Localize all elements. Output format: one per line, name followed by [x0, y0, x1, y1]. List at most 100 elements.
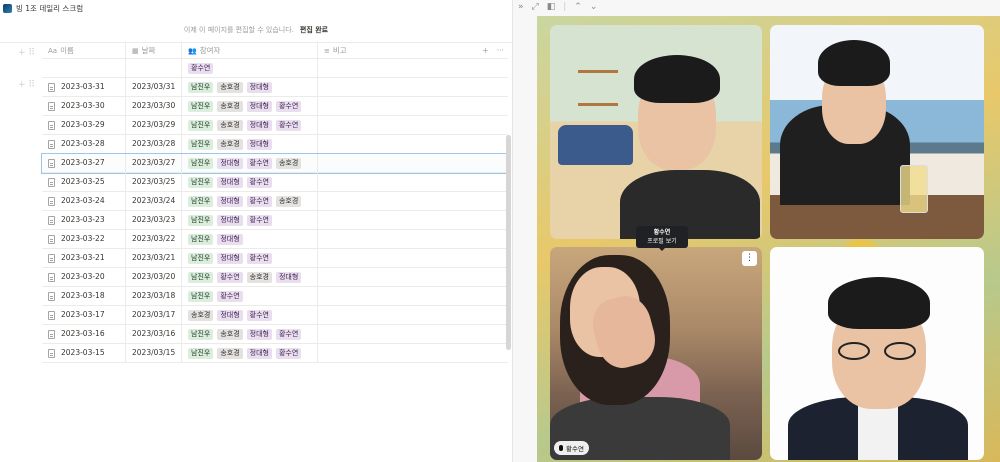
cell-date[interactable]: 2023/03/17 [126, 306, 182, 324]
table-row[interactable]: 2023-03-22 2023/03/22 남진우 정대형 [42, 230, 508, 249]
cell-name[interactable]: 2023-03-22 [42, 230, 126, 248]
cell-date[interactable] [126, 59, 182, 77]
table-row[interactable]: 2023-03-20 2023/03/20 남진우 황수연 송호경 정대형 [42, 268, 508, 287]
more-horizontal-icon[interactable]: ··· [497, 46, 504, 55]
row-title[interactable]: 2023-03-30 [61, 101, 105, 110]
cell-note[interactable] [318, 268, 478, 286]
add-row-icon[interactable]: + ⠿ [18, 48, 35, 58]
cell-note[interactable] [318, 287, 478, 305]
cell-date[interactable]: 2023/03/21 [126, 249, 182, 267]
cell-note[interactable] [318, 154, 478, 172]
row-title[interactable]: 2023-03-23 [61, 215, 105, 224]
cell-note[interactable] [318, 306, 478, 324]
row-title[interactable]: 2023-03-20 [61, 272, 105, 281]
table-row[interactable]: 2023-03-16 2023/03/16 남진우 송호경 정대형 황수연 [42, 325, 508, 344]
cell-attendees[interactable]: 남진우 송호경 정대형 황수연 [182, 116, 318, 134]
cell-attendees[interactable]: 황수연 [182, 59, 318, 77]
row-title[interactable]: 2023-03-27 [61, 158, 105, 167]
cell-attendees[interactable]: 남진우 송호경 정대형 황수연 [182, 325, 318, 343]
table-row[interactable]: 2023-03-28 2023/03/28 남진우 송호경 정대형 [42, 135, 508, 154]
cell-date[interactable]: 2023/03/20 [126, 268, 182, 286]
add-column-icon[interactable]: + [482, 46, 488, 55]
row-title[interactable]: 2023-03-15 [61, 348, 105, 357]
cell-note[interactable] [318, 325, 478, 343]
table-row[interactable]: 2023-03-31 2023/03/31 남진우 송호경 정대형 [42, 78, 508, 97]
edit-done-button[interactable]: 편집 완료 [300, 25, 328, 35]
cell-name[interactable]: 2023-03-16 [42, 325, 126, 343]
cell-name[interactable]: 2023-03-17 [42, 306, 126, 324]
cell-name[interactable] [42, 59, 126, 77]
cell-name[interactable]: 2023-03-25 [42, 173, 126, 191]
cell-name[interactable]: 2023-03-23 [42, 211, 126, 229]
cell-attendees[interactable]: 남진우 송호경 정대형 [182, 135, 318, 153]
cell-date[interactable]: 2023/03/25 [126, 173, 182, 191]
column-header-note[interactable]: ≡ 비고 [318, 43, 478, 58]
table-row[interactable]: 2023-03-23 2023/03/23 남진우 정대형 황수연 [42, 211, 508, 230]
column-header-date[interactable]: ▦ 날짜 [126, 43, 182, 58]
expand-icon[interactable]: ⤢ [532, 2, 539, 12]
column-header-name[interactable]: Aa 이름 [42, 43, 126, 58]
cell-date[interactable]: 2023/03/23 [126, 211, 182, 229]
cell-note[interactable] [318, 192, 478, 210]
sidebar-icon[interactable]: ◧ [547, 2, 556, 12]
cell-note[interactable] [318, 344, 478, 362]
cell-name[interactable]: 2023-03-24 [42, 192, 126, 210]
cell-attendees[interactable]: 송호경 정대형 황수연 [182, 306, 318, 324]
tooltip-action[interactable]: 프로필 보기 [636, 237, 688, 246]
cell-date[interactable]: 2023/03/18 [126, 287, 182, 305]
add-row-icon[interactable]: + ⠿ [18, 80, 35, 90]
cell-name[interactable]: 2023-03-15 [42, 344, 126, 362]
cell-note[interactable] [318, 116, 478, 134]
table-row[interactable]: 2023-03-18 2023/03/18 남진우 황수연 [42, 287, 508, 306]
cell-name[interactable]: 2023-03-18 [42, 287, 126, 305]
cell-date[interactable]: 2023/03/27 [126, 154, 182, 172]
chevron-up-icon[interactable]: ⌃ [574, 2, 582, 12]
cell-name[interactable]: 2023-03-27 [42, 154, 126, 172]
table-row[interactable]: 2023-03-30 2023/03/30 남진우 송호경 정대형 황수연 [42, 97, 508, 116]
table-row[interactable]: 황수연 [42, 59, 508, 78]
cell-date[interactable]: 2023/03/16 [126, 325, 182, 343]
cell-attendees[interactable]: 남진우 황수연 [182, 287, 318, 305]
cell-attendees[interactable]: 남진우 정대형 황수연 송호경 [182, 192, 318, 210]
table-row[interactable]: 2023-03-24 2023/03/24 남진우 정대형 황수연 송호경 [42, 192, 508, 211]
cell-note[interactable] [318, 211, 478, 229]
cell-attendees[interactable]: 남진우 정대형 황수연 송호경 [182, 154, 318, 172]
cell-note[interactable] [318, 97, 478, 115]
cell-name[interactable]: 2023-03-28 [42, 135, 126, 153]
scrollbar[interactable] [506, 135, 511, 350]
table-row[interactable]: 2023-03-17 2023/03/17 송호경 정대형 황수연 [42, 306, 508, 325]
cell-attendees[interactable]: 남진우 정대형 [182, 230, 318, 248]
cell-date[interactable]: 2023/03/30 [126, 97, 182, 115]
video-tile-1[interactable] [550, 25, 762, 239]
row-title[interactable]: 2023-03-22 [61, 234, 105, 243]
cell-note[interactable] [318, 59, 478, 77]
row-title[interactable]: 2023-03-18 [61, 291, 105, 300]
cell-attendees[interactable]: 남진우 정대형 황수연 [182, 173, 318, 191]
cell-date[interactable]: 2023/03/28 [126, 135, 182, 153]
column-header-attendees[interactable]: 👥 참여자 [182, 43, 318, 58]
video-tile-3[interactable] [550, 247, 762, 460]
cell-note[interactable] [318, 78, 478, 96]
cell-name[interactable]: 2023-03-30 [42, 97, 126, 115]
table-row[interactable]: 2023-03-15 2023/03/15 남진우 송호경 정대형 황수연 [42, 344, 508, 363]
table-row[interactable]: 2023-03-27 2023/03/27 남진우 정대형 황수연 송호경 [41, 153, 509, 174]
row-title[interactable]: 2023-03-17 [61, 310, 105, 319]
cell-date[interactable]: 2023/03/29 [126, 116, 182, 134]
video-tile-2[interactable] [770, 25, 984, 239]
cell-date[interactable]: 2023/03/24 [126, 192, 182, 210]
row-title[interactable]: 2023-03-21 [61, 253, 105, 262]
table-row[interactable]: 2023-03-29 2023/03/29 남진우 송호경 정대형 황수연 [42, 116, 508, 135]
cell-date[interactable]: 2023/03/15 [126, 344, 182, 362]
cell-attendees[interactable]: 남진우 송호경 정대형 황수연 [182, 344, 318, 362]
cell-attendees[interactable]: 남진우 정대형 황수연 [182, 249, 318, 267]
row-title[interactable]: 2023-03-31 [61, 82, 105, 91]
row-title[interactable]: 2023-03-28 [61, 139, 105, 148]
cell-name[interactable]: 2023-03-29 [42, 116, 126, 134]
cell-name[interactable]: 2023-03-31 [42, 78, 126, 96]
row-title[interactable]: 2023-03-24 [61, 196, 105, 205]
more-vertical-icon[interactable]: ⋮ [742, 251, 757, 266]
cell-note[interactable] [318, 135, 478, 153]
collapse-icon[interactable]: » [518, 2, 524, 12]
cell-attendees[interactable]: 남진우 송호경 정대형 [182, 78, 318, 96]
chevron-down-icon[interactable]: ⌄ [590, 2, 598, 12]
